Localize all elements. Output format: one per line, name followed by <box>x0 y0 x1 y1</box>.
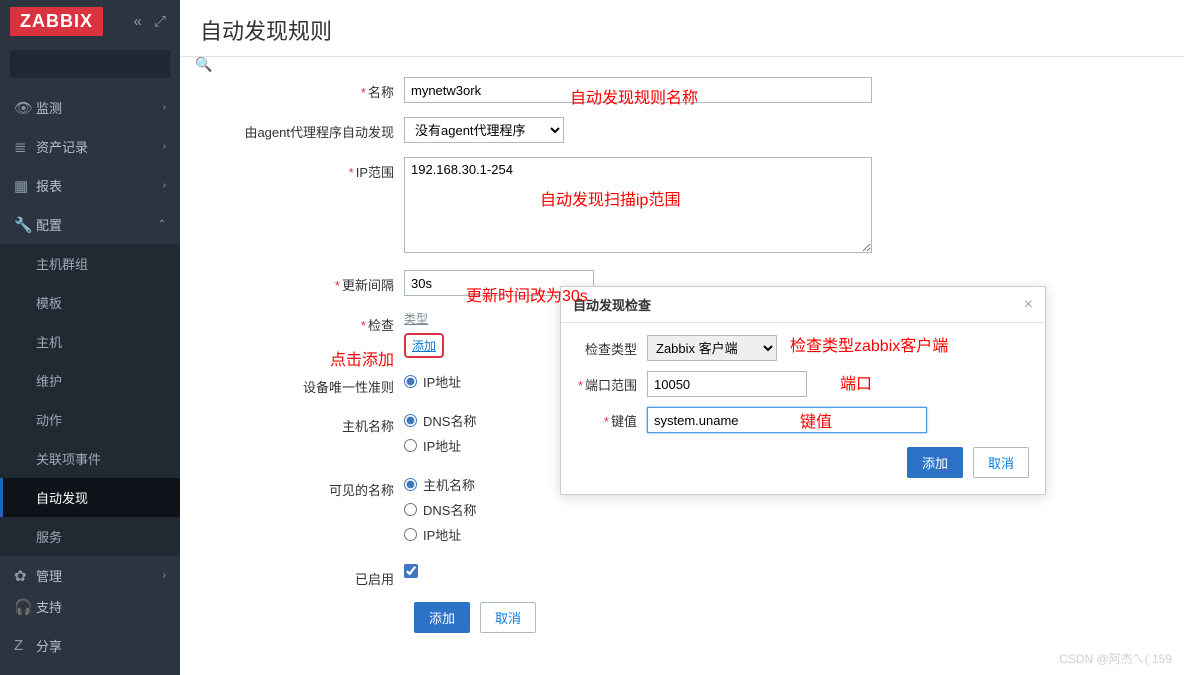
label-visible: 可见的名称 <box>329 483 394 498</box>
radio-input[interactable] <box>404 439 417 452</box>
name-input[interactable] <box>404 77 872 103</box>
logo[interactable]: ZABBIX <box>10 7 103 36</box>
form-cancel-button[interactable]: 取消 <box>480 602 536 633</box>
submenu-item[interactable]: 动作 <box>0 400 180 439</box>
radio-option[interactable]: IP地址 <box>404 436 476 455</box>
chevron-icon: › <box>163 102 166 113</box>
iprange-input[interactable]: 192.168.30.1-254 <box>404 157 872 253</box>
radio-input[interactable] <box>404 528 417 541</box>
modal-add-button[interactable]: 添加 <box>907 447 963 478</box>
modal-key-label: 键值 <box>611 414 637 429</box>
modal-port-input[interactable] <box>647 371 807 397</box>
modal-port-label: 端口范围 <box>585 378 637 393</box>
menu-label: 资产记录 <box>36 137 88 156</box>
menu-label: 报表 <box>36 176 62 195</box>
radio-option[interactable]: DNS名称 <box>404 500 476 519</box>
menu-label: 监测 <box>36 98 62 117</box>
search-box[interactable]: 🔍 <box>10 50 170 78</box>
label-hostname: 主机名称 <box>342 419 394 434</box>
sidebar-toggle-icons[interactable]: « ⤢ <box>133 13 170 30</box>
footer-icon: Z <box>14 637 36 654</box>
submenu-item[interactable]: 主机 <box>0 322 180 361</box>
modal-type-select[interactable]: Zabbix 客户端 <box>647 335 777 361</box>
menu-icon: ▦ <box>14 177 36 195</box>
search-input[interactable] <box>18 57 195 72</box>
label-proxy: 由agent代理程序自动发现 <box>244 125 394 140</box>
radio-input[interactable] <box>404 478 417 491</box>
radio-option[interactable]: IP地址 <box>404 525 476 544</box>
label-unique: 设备唯一性准则 <box>303 380 394 395</box>
submenu-item[interactable]: 关联项事件 <box>0 439 180 478</box>
radio-label: IP地址 <box>423 525 461 544</box>
discovery-check-modal: 自动发现检查 × 检查类型 Zabbix 客户端 *端口范围 *键值 添加 取消 <box>560 286 1046 495</box>
menu-icon: ≣ <box>14 138 36 156</box>
radio-label: DNS名称 <box>423 411 476 430</box>
footer-item[interactable]: 🎧支持 <box>0 587 180 626</box>
menu-item[interactable]: ▦报表 › <box>0 166 180 205</box>
submenu-item[interactable]: 维护 <box>0 361 180 400</box>
chevron-icon: › <box>163 141 166 152</box>
footer-icon: 🎧 <box>14 598 36 616</box>
radio-option[interactable]: DNS名称 <box>404 411 476 430</box>
page-title: 自动发现规则 <box>200 14 1164 46</box>
submenu-item[interactable]: 主机群组 <box>0 244 180 283</box>
footer-item[interactable]: Z分享 <box>0 626 180 665</box>
chevron-icon: ⌃ <box>158 219 166 230</box>
modal-type-label: 检查类型 <box>585 342 637 357</box>
proxy-select[interactable]: 没有agent代理程序 <box>404 117 564 143</box>
submenu-item[interactable]: 服务 <box>0 517 180 556</box>
label-interval: 更新间隔 <box>342 278 394 293</box>
menu-item[interactable]: 👁监测 › <box>0 88 180 127</box>
menu-icon: 👁 <box>14 99 36 117</box>
label-iprange: IP范围 <box>356 165 394 180</box>
radio-label: DNS名称 <box>423 500 476 519</box>
page-header: 自动发现规则 <box>180 0 1184 57</box>
form-add-button[interactable]: 添加 <box>414 602 470 633</box>
submenu-item[interactable]: 自动发现 <box>0 478 180 517</box>
logo-bar: ZABBIX « ⤢ <box>0 0 180 42</box>
gear-icon: ✿ <box>14 567 36 585</box>
menu-label: 管理 <box>36 566 62 585</box>
modal-key-input[interactable] <box>647 407 927 433</box>
label-name: 名称 <box>368 85 394 100</box>
check-type-header: 类型 <box>404 310 444 327</box>
label-check: 检查 <box>368 318 394 333</box>
menu-label: 配置 <box>36 215 62 234</box>
chevron-icon: › <box>163 180 166 191</box>
radio-input[interactable] <box>404 375 417 388</box>
radio-input[interactable] <box>404 414 417 427</box>
check-add-link[interactable]: 添加 <box>404 333 444 358</box>
sidebar: ZABBIX « ⤢ 🔍 👁监测 › ≣资产记录 › ▦报表 › 🔧配置 ⌃ 主机群组模板主机… <box>0 0 180 675</box>
enabled-checkbox[interactable] <box>404 564 418 578</box>
modal-title: 自动发现检查 <box>573 295 651 314</box>
radio-label: IP地址 <box>423 436 461 455</box>
radio-label: 主机名称 <box>423 475 475 494</box>
footer-label: 分享 <box>36 636 62 655</box>
radio-input[interactable] <box>404 503 417 516</box>
close-icon[interactable]: × <box>1024 296 1033 314</box>
label-enabled: 已启用 <box>355 572 394 587</box>
menu-icon: 🔧 <box>14 216 36 234</box>
menu-item[interactable]: ≣资产记录 › <box>0 127 180 166</box>
radio-option[interactable]: 主机名称 <box>404 475 476 494</box>
modal-cancel-button[interactable]: 取消 <box>973 447 1029 478</box>
menu-item[interactable]: 🔧配置 ⌃ <box>0 205 180 244</box>
chevron-icon: › <box>163 570 166 581</box>
submenu-item[interactable]: 模板 <box>0 283 180 322</box>
footer-label: 支持 <box>36 597 62 616</box>
watermark: CSDN @阿杰ㄟ( 159 <box>1059 650 1172 667</box>
radio-option[interactable]: IP地址 <box>404 372 461 391</box>
radio-label: IP地址 <box>423 372 461 391</box>
